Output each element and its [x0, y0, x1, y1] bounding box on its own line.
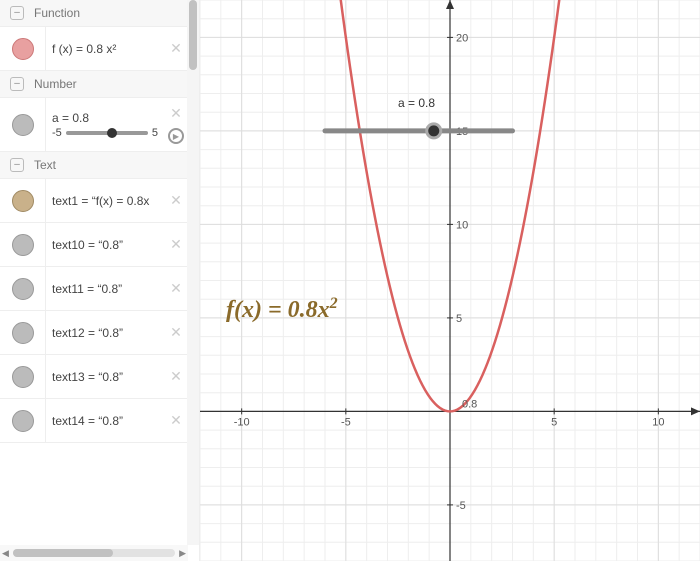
text-item[interactable]: text14 = “0.8” ✕	[0, 399, 188, 443]
section-label: Text	[34, 158, 56, 172]
text-expression: text10 = “0.8”	[46, 234, 164, 256]
section-header-function[interactable]: – Function	[0, 0, 188, 27]
delete-button[interactable]: ✕	[164, 368, 188, 385]
svg-text:-5: -5	[456, 500, 466, 512]
text-item[interactable]: text10 = “0.8” ✕	[0, 223, 188, 267]
visibility-toggle[interactable]	[12, 114, 34, 136]
number-slider[interactable]	[66, 131, 148, 135]
number-item[interactable]: a = 0.8 -5 5 ✕ ▶	[0, 98, 188, 152]
text-expression: text14 = “0.8”	[46, 410, 164, 432]
text-item[interactable]: text11 = “0.8” ✕	[0, 267, 188, 311]
function-item[interactable]: f (x) = 0.8 x² ✕	[0, 27, 188, 71]
scroll-right-icon[interactable]: ▶	[179, 548, 186, 559]
play-button[interactable]: ▶	[168, 128, 184, 144]
svg-text:5: 5	[551, 416, 557, 428]
svg-text:0.8: 0.8	[462, 398, 477, 410]
formula-label: f(x) = 0.8x2	[226, 295, 338, 324]
text-item[interactable]: text12 = “0.8” ✕	[0, 311, 188, 355]
graph-canvas[interactable]: -10-5510-551015200.8	[200, 0, 700, 561]
slider-max: 5	[152, 127, 158, 139]
visibility-toggle[interactable]	[12, 190, 34, 212]
svg-text:10: 10	[652, 416, 664, 428]
text-expression: text11 = “0.8”	[46, 278, 164, 300]
delete-button[interactable]: ✕	[170, 105, 182, 122]
slider-handle[interactable]	[107, 128, 117, 138]
svg-text:-10: -10	[234, 416, 250, 428]
visibility-toggle[interactable]	[12, 278, 34, 300]
delete-button[interactable]: ✕	[164, 324, 188, 341]
delete-button[interactable]: ✕	[164, 412, 188, 429]
number-label: a = 0.8	[52, 111, 158, 125]
text-expression: text12 = “0.8”	[46, 322, 164, 344]
visibility-toggle[interactable]	[12, 38, 34, 60]
visibility-toggle[interactable]	[12, 366, 34, 388]
algebra-view: – Function f (x) = 0.8 x² ✕ – Number a =…	[0, 0, 200, 561]
scrollbar-thumb[interactable]	[189, 0, 197, 70]
delete-button[interactable]: ✕	[164, 192, 188, 209]
text-expression: text1 = “f(x) = 0.8x	[46, 190, 164, 212]
svg-text:20: 20	[456, 32, 468, 44]
visibility-toggle[interactable]	[12, 322, 34, 344]
section-label: Function	[34, 6, 80, 20]
slider-min: -5	[52, 127, 62, 139]
graphics-view[interactable]: -10-5510-551015200.8 a = 0.8 f(x) = 0.8x…	[200, 0, 700, 561]
delete-button[interactable]: ✕	[164, 236, 188, 253]
section-label: Number	[34, 77, 77, 91]
collapse-icon[interactable]: –	[10, 77, 24, 91]
section-header-text[interactable]: – Text	[0, 152, 188, 179]
delete-button[interactable]: ✕	[164, 40, 188, 57]
collapse-icon[interactable]: –	[10, 6, 24, 20]
collapse-icon[interactable]: –	[10, 158, 24, 172]
scroll-left-icon[interactable]: ◀	[2, 548, 9, 559]
function-expression: f (x) = 0.8 x²	[46, 38, 164, 60]
svg-text:5: 5	[456, 313, 462, 325]
svg-text:10: 10	[456, 219, 468, 231]
text-item[interactable]: text13 = “0.8” ✕	[0, 355, 188, 399]
scrollbar-thumb[interactable]	[13, 549, 113, 557]
delete-button[interactable]: ✕	[164, 280, 188, 297]
visibility-toggle[interactable]	[12, 410, 34, 432]
visibility-toggle[interactable]	[12, 234, 34, 256]
horizontal-scrollbar[interactable]: ◀ ▶	[0, 545, 188, 561]
text-expression: text13 = “0.8”	[46, 366, 164, 388]
section-header-number[interactable]: – Number	[0, 71, 188, 98]
svg-text:-5: -5	[341, 416, 351, 428]
text-item[interactable]: text1 = “f(x) = 0.8x ✕	[0, 179, 188, 223]
graph-slider-label: a = 0.8	[398, 96, 435, 110]
vertical-scrollbar[interactable]	[187, 0, 199, 545]
